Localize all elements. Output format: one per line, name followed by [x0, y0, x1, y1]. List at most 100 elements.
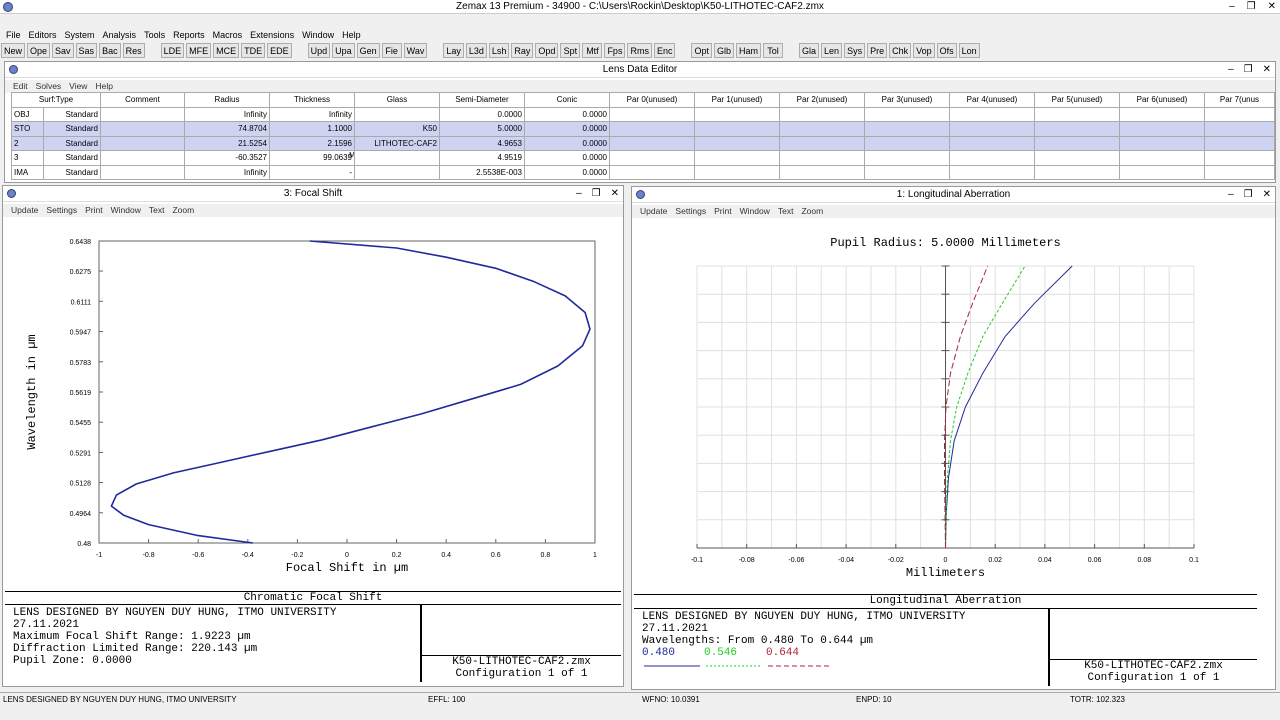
par-cell[interactable] [1119, 106, 1205, 122]
toolbar-fps-button[interactable]: Fps [604, 43, 626, 58]
toolbar-glb-button[interactable]: Glb [713, 43, 734, 58]
maximize-icon[interactable]: ❐ [1247, 0, 1256, 14]
menu-macros[interactable]: Macros [209, 29, 247, 42]
lde-header-col[interactable]: Conic [524, 92, 610, 108]
toolbar-tde-button[interactable]: TDE [241, 43, 266, 58]
conic-cell[interactable]: 0.0000 [524, 164, 610, 180]
glass-cell[interactable] [354, 164, 440, 180]
surf-type[interactable]: Standard [43, 164, 101, 180]
toolbar-opd-button[interactable]: Opd [535, 43, 559, 58]
minimize-icon[interactable]: – [576, 186, 582, 202]
minimize-icon[interactable]: – [1228, 62, 1234, 78]
toolbar-mce-button[interactable]: MCE [213, 43, 240, 58]
menu-tools[interactable]: Tools [140, 29, 169, 42]
minimize-icon[interactable]: – [1228, 187, 1234, 203]
par-cell[interactable] [1119, 150, 1205, 166]
semi-diameter-cell[interactable]: 5.0000 [439, 121, 525, 137]
toolbar-chk-button[interactable]: Chk [889, 43, 912, 58]
par-cell[interactable] [694, 164, 780, 180]
toolbar-wav-button[interactable]: Wav [403, 43, 428, 58]
lde-header-col[interactable]: Par 3(unused) [864, 92, 950, 108]
thickness-cell[interactable]: Infinity [269, 106, 355, 122]
par-cell[interactable] [609, 150, 695, 166]
par-cell[interactable] [779, 106, 865, 122]
surf-number[interactable]: OBJ [10, 106, 45, 122]
toolbar-lay-button[interactable]: Lay [443, 43, 464, 58]
toolbar-new-button[interactable]: New [1, 43, 26, 58]
thickness-cell[interactable]: 2.1596 [269, 135, 355, 151]
comment-cell[interactable] [100, 106, 185, 122]
lde-row[interactable]: STO Standard 74.8704 1.1000 K50 5.0000 0.0000 [10, 121, 1275, 137]
toolbar-lsh-button[interactable]: Lsh [488, 43, 510, 58]
semi-diameter-cell[interactable]: 4.9653 [439, 135, 525, 151]
surf-number[interactable]: STO [10, 121, 45, 137]
lde-header-surf-type[interactable]: Surf:Type [11, 92, 101, 108]
longab-menu-zoom[interactable]: Zoom [797, 205, 827, 218]
par-cell[interactable] [1204, 121, 1275, 137]
toolbar-l3d-button[interactable]: L3d [465, 43, 487, 58]
menu-editors[interactable]: Editors [25, 29, 61, 42]
lde-header-col[interactable]: Par 2(unused) [779, 92, 865, 108]
par-cell[interactable] [609, 121, 695, 137]
toolbar-sav-button[interactable]: Sav [52, 43, 74, 58]
toolbar-gla-button[interactable]: Gla [799, 43, 820, 58]
par-cell[interactable] [609, 164, 695, 180]
longab-menu-settings[interactable]: Settings [671, 205, 710, 218]
par-cell[interactable] [1034, 164, 1120, 180]
close-icon[interactable]: ✕ [1263, 187, 1271, 203]
comment-cell[interactable] [100, 150, 185, 166]
par-cell[interactable] [1119, 135, 1205, 151]
radius-cell[interactable]: Infinity [184, 164, 270, 180]
focal-menu-window[interactable]: Window [107, 204, 145, 217]
conic-cell[interactable]: 0.0000 [524, 106, 610, 122]
toolbar-sys-button[interactable]: Sys [844, 43, 866, 58]
lde-row[interactable]: IMA Standard Infinity - 2.5538E-003 0.0000 [10, 164, 1275, 180]
thickness-cell[interactable]: 99.0639 M [269, 150, 355, 166]
par-cell[interactable] [1204, 164, 1275, 180]
toolbar-fie-button[interactable]: Fie [381, 43, 402, 58]
toolbar-sas-button[interactable]: Sas [75, 43, 98, 58]
surf-type[interactable]: Standard [43, 121, 101, 137]
semi-diameter-cell[interactable]: 2.5538E-003 [439, 164, 525, 180]
par-cell[interactable] [864, 121, 950, 137]
glass-cell[interactable] [354, 150, 440, 166]
lde-header-col[interactable]: Radius [184, 92, 270, 108]
menu-analysis[interactable]: Analysis [99, 29, 141, 42]
par-cell[interactable] [1034, 150, 1120, 166]
par-cell[interactable] [779, 121, 865, 137]
minimize-icon[interactable]: – [1229, 0, 1235, 14]
par-cell[interactable] [1204, 150, 1275, 166]
toolbar-bac-button[interactable]: Bac [99, 43, 121, 58]
toolbar-lon-button[interactable]: Lon [958, 43, 980, 58]
toolbar-upd-button[interactable]: Upd [307, 43, 331, 58]
focal-menu-text[interactable]: Text [145, 204, 169, 217]
par-cell[interactable] [1119, 121, 1205, 137]
lde-header-col[interactable]: Glass [354, 92, 440, 108]
radius-cell[interactable]: 74.8704 [184, 121, 270, 137]
menu-reports[interactable]: Reports [169, 29, 209, 42]
conic-cell[interactable]: 0.0000 [524, 150, 610, 166]
par-cell[interactable] [1034, 121, 1120, 137]
radius-cell[interactable]: Infinity [184, 106, 270, 122]
toolbar-mtf-button[interactable]: Mtf [582, 43, 603, 58]
close-icon[interactable]: ✕ [1268, 0, 1276, 14]
semi-diameter-cell[interactable]: 4.9519 [439, 150, 525, 166]
glass-cell[interactable]: LITHOTEC-CAF2 [354, 135, 440, 151]
par-cell[interactable] [864, 164, 950, 180]
toolbar-mfe-button[interactable]: MFE [186, 43, 212, 58]
glass-cell[interactable]: K50 [354, 121, 440, 137]
par-cell[interactable] [1119, 164, 1205, 180]
toolbar-upa-button[interactable]: Upa [332, 43, 355, 58]
menu-help[interactable]: Help [338, 29, 365, 42]
longab-menu-print[interactable]: Print [710, 205, 735, 218]
par-cell[interactable] [1034, 106, 1120, 122]
thickness-cell[interactable]: - [269, 164, 355, 180]
radius-cell[interactable]: -60.3527 [184, 150, 270, 166]
focal-menu-zoom[interactable]: Zoom [168, 204, 198, 217]
comment-cell[interactable] [100, 121, 185, 137]
glass-cell[interactable] [354, 106, 440, 122]
lde-header-col[interactable]: Par 5(unused) [1034, 92, 1120, 108]
menu-file[interactable]: File [2, 29, 25, 42]
menu-extensions[interactable]: Extensions [246, 29, 298, 42]
longab-menu-text[interactable]: Text [774, 205, 798, 218]
